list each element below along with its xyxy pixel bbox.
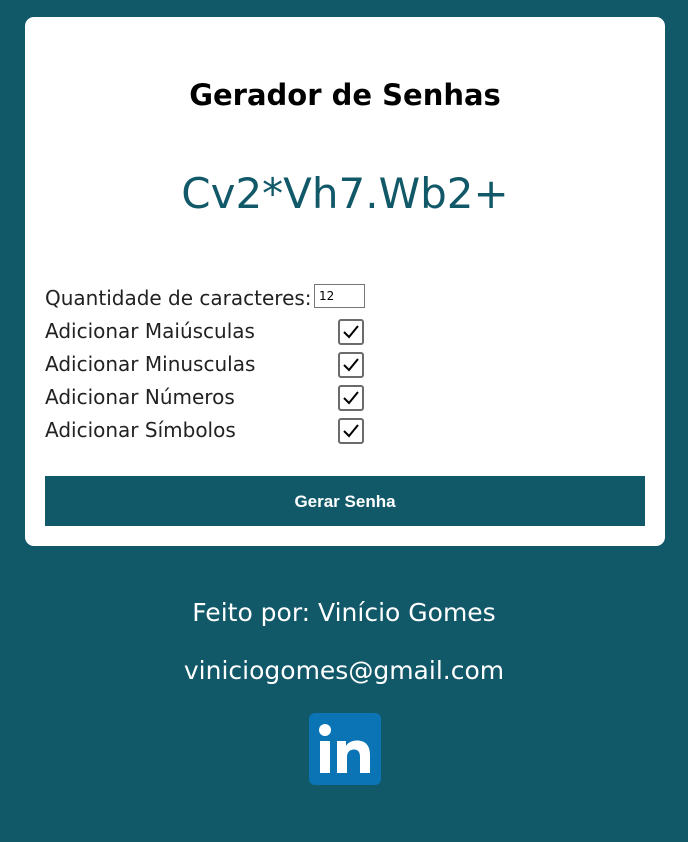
password-generator-card: Gerador de Senhas Cv2*Vh7.Wb2+ Quantidad… bbox=[25, 17, 665, 546]
numbers-checkbox[interactable] bbox=[338, 385, 364, 411]
quantity-input[interactable] bbox=[314, 284, 365, 308]
symbols-checkbox[interactable] bbox=[338, 418, 364, 444]
checkmark-icon bbox=[343, 325, 359, 339]
linkedin-logo-glyph bbox=[319, 724, 370, 773]
generated-password: Cv2*Vh7.Wb2+ bbox=[181, 169, 509, 218]
checkmark-icon bbox=[343, 391, 359, 405]
footer-author: Feito por: Vinício Gomes bbox=[192, 598, 496, 627]
option-lowercase-label: Adicionar Minusculas bbox=[45, 352, 256, 376]
footer-email: viniciogomes@gmail.com bbox=[183, 656, 505, 685]
option-numbers-label: Adicionar Números bbox=[45, 385, 235, 409]
lowercase-checkbox[interactable] bbox=[338, 352, 364, 378]
option-uppercase-label: Adicionar Maiúsculas bbox=[45, 319, 255, 343]
generate-password-button[interactable]: Gerar Senha bbox=[45, 476, 645, 526]
page-title: Gerador de Senhas bbox=[189, 78, 501, 112]
quantity-label: Quantidade de caracteres: bbox=[45, 286, 312, 310]
uppercase-checkbox[interactable] bbox=[338, 319, 364, 345]
linkedin-icon[interactable] bbox=[309, 713, 381, 785]
checkmark-icon bbox=[343, 358, 359, 372]
option-symbols-label: Adicionar Símbolos bbox=[45, 418, 236, 442]
checkmark-icon bbox=[343, 424, 359, 438]
